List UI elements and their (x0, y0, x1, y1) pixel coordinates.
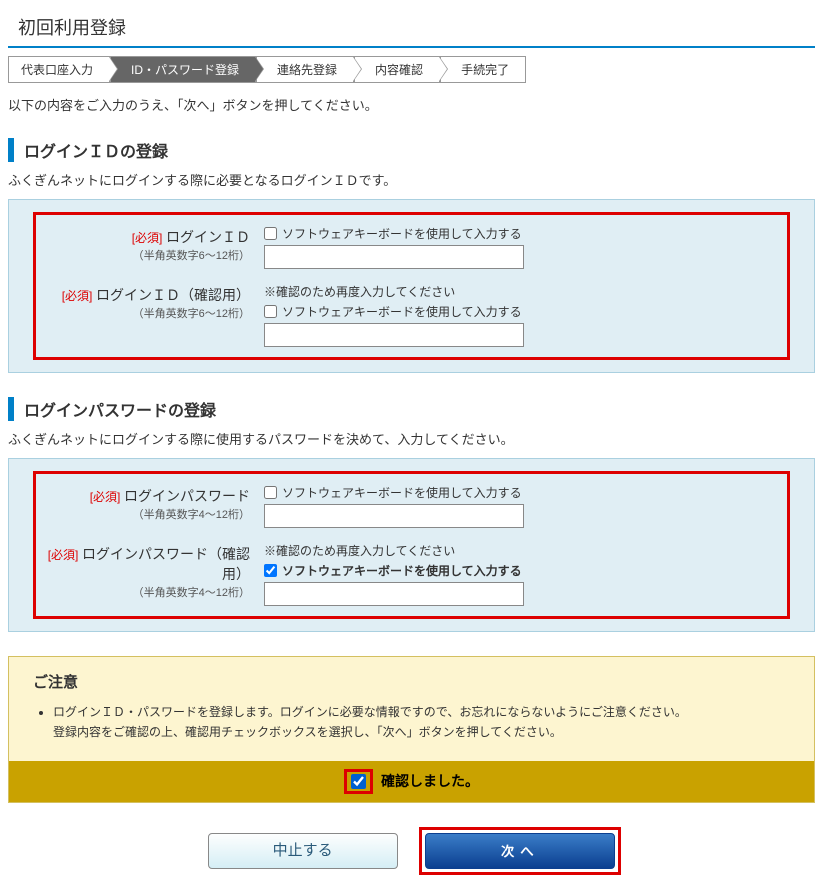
password-kb-toggle[interactable]: ソフトウェアキーボードを使用して入力する (264, 484, 779, 501)
required-badge: [必須] (132, 231, 163, 245)
caution-item: ログインＩＤ・パスワードを登録します。ログインに必要な情報ですので、お忘れになら… (53, 702, 790, 743)
login-id-row: [必須] ログインＩＤ （半角英数字6～12桁） ソフトウェアキーボードを使用し… (44, 225, 779, 269)
login-id-sublabel: （半角英数字6～12桁） (44, 247, 250, 263)
step-4: 内容確認 (354, 56, 440, 83)
login-id-panel: [必須] ログインＩＤ （半角英数字6～12桁） ソフトウェアキーボードを使用し… (8, 199, 815, 373)
step-2: ID・パスワード登録 (110, 56, 256, 83)
next-button[interactable]: 次へ (425, 833, 615, 869)
required-badge: [必須] (48, 548, 79, 562)
password-confirm-kb-checkbox[interactable] (264, 564, 277, 577)
step-5: 手続完了 (440, 56, 526, 83)
confirm-checkbox[interactable] (351, 774, 366, 789)
password-confirm-label: ログインパスワード（確認用） (82, 546, 250, 582)
login-id-label: ログインＩＤ (166, 229, 250, 245)
page-title: 初回利用登録 (8, 8, 815, 48)
section-password-header: ログインパスワードの登録 (8, 397, 815, 421)
password-panel: [必須] ログインパスワード （半角英数字4～12桁） ソフトウェアキーボードを… (8, 458, 815, 632)
login-id-confirm-kb-checkbox[interactable] (264, 305, 277, 318)
section-login-id-desc: ふくぎんネットにログインする際に必要となるログインＩＤです。 (8, 170, 815, 189)
login-id-input[interactable] (264, 245, 524, 269)
step-indicator: 代表口座入力 ID・パスワード登録 連絡先登録 内容確認 手続完了 (8, 56, 815, 83)
confirm-bar: 確認しました。 (9, 761, 814, 802)
section-login-id-header: ログインＩＤの登録 (8, 138, 815, 162)
password-confirm-sublabel: （半角英数字4～12桁） (44, 584, 250, 600)
confirm-label: 確認しました。 (381, 771, 479, 791)
button-row: 中止する 次へ (8, 817, 815, 885)
confirm-check-highlight (344, 769, 373, 794)
password-confirm-input[interactable] (264, 582, 524, 606)
login-id-confirm-label: ログインＩＤ（確認用） (96, 287, 250, 303)
caution-title: ご注意 (33, 671, 790, 692)
login-id-kb-toggle[interactable]: ソフトウェアキーボードを使用して入力する (264, 225, 779, 242)
step-1: 代表口座入力 (8, 56, 110, 83)
password-label: ログインパスワード (124, 488, 250, 504)
login-id-kb-label: ソフトウェアキーボードを使用して入力する (282, 225, 522, 242)
login-id-confirm-input[interactable] (264, 323, 524, 347)
required-badge: [必須] (90, 490, 121, 504)
password-input[interactable] (264, 504, 524, 528)
required-badge: [必須] (62, 289, 93, 303)
section-password-desc: ふくぎんネットにログインする際に使用するパスワードを決めて、入力してください。 (8, 429, 815, 448)
password-confirm-note: ※確認のため再度入力してください (264, 542, 779, 559)
password-confirm-row: [必須] ログインパスワード（確認用） （半角英数字4～12桁） ※確認のため再… (44, 542, 779, 606)
cancel-button[interactable]: 中止する (208, 833, 398, 869)
login-id-confirm-row: [必須] ログインＩＤ（確認用） （半角英数字6～12桁） ※確認のため再度入力… (44, 283, 779, 347)
password-kb-checkbox[interactable] (264, 486, 277, 499)
login-id-confirm-kb-label: ソフトウェアキーボードを使用して入力する (282, 303, 522, 320)
login-id-kb-checkbox[interactable] (264, 227, 277, 240)
login-id-confirm-sublabel: （半角英数字6～12桁） (44, 305, 250, 321)
caution-panel: ご注意 ログインＩＤ・パスワードを登録します。ログインに必要な情報ですので、お忘… (8, 656, 815, 803)
password-sublabel: （半角英数字4～12桁） (44, 506, 250, 522)
password-confirm-kb-toggle[interactable]: ソフトウェアキーボードを使用して入力する (264, 562, 779, 579)
step-3: 連絡先登録 (256, 56, 354, 83)
login-id-highlight: [必須] ログインＩＤ （半角英数字6～12桁） ソフトウェアキーボードを使用し… (33, 212, 790, 360)
instruction-text: 以下の内容をご入力のうえ、「次へ」ボタンを押してください。 (8, 95, 815, 114)
password-confirm-kb-label: ソフトウェアキーボードを使用して入力する (282, 562, 522, 579)
next-button-highlight: 次へ (419, 827, 621, 875)
password-highlight: [必須] ログインパスワード （半角英数字4～12桁） ソフトウェアキーボードを… (33, 471, 790, 619)
password-row: [必須] ログインパスワード （半角英数字4～12桁） ソフトウェアキーボードを… (44, 484, 779, 528)
password-kb-label: ソフトウェアキーボードを使用して入力する (282, 484, 522, 501)
login-id-confirm-note: ※確認のため再度入力してください (264, 283, 779, 300)
login-id-confirm-kb-toggle[interactable]: ソフトウェアキーボードを使用して入力する (264, 303, 779, 320)
